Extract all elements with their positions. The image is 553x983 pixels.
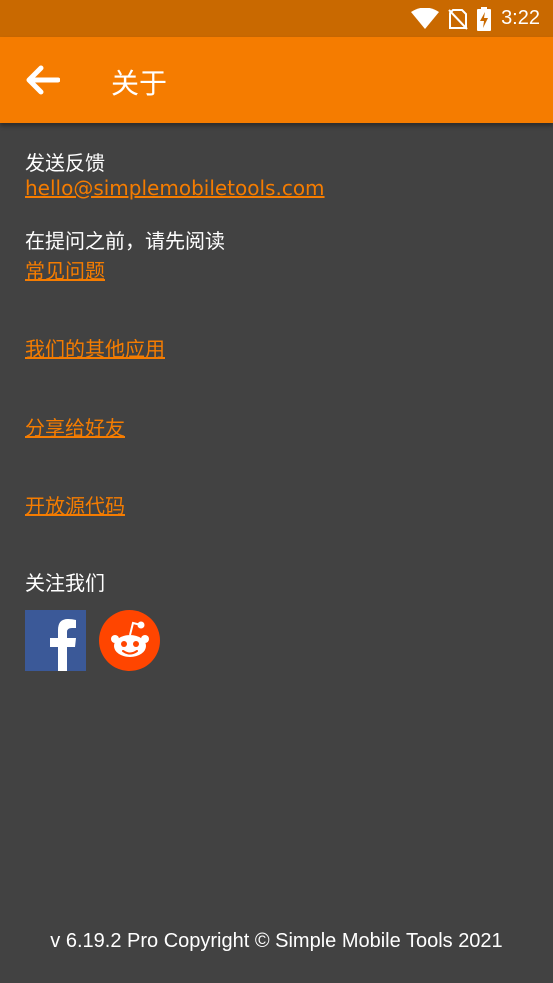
source-code-link[interactable]: 开放源代码 [25,493,125,519]
facebook-icon [50,619,76,671]
status-icons: 3:22 [411,6,540,31]
no-sim-icon [448,8,468,30]
email-label: 发送反馈 [25,151,105,175]
page-title: 关于 [111,67,168,100]
reddit-icon [110,621,149,657]
arrow-back-icon [26,65,60,95]
facebook-button[interactable] [25,610,86,671]
more-apps-link[interactable]: 我们的其他应用 [25,336,165,362]
status-time: 3:22 [501,7,540,29]
faq-link[interactable]: 常见问题 [25,258,105,284]
social-links [25,610,160,671]
copyright-footer: v 6.19.2 Pro Copyright © Simple Mobile T… [50,930,503,952]
email-link[interactable]: hello@simplemobiletools.com [25,175,325,201]
faq-label: 在提问之前，请先阅读 [25,229,225,253]
status-bar: 3:22 [0,0,553,37]
follow-label: 关注我们 [25,571,105,595]
reddit-button[interactable] [99,610,160,671]
wifi-icon [411,7,440,29]
back-button[interactable] [23,62,63,98]
app-bar: 关于 [0,37,553,123]
battery-charging-icon [477,6,492,31]
share-link[interactable]: 分享给好友 [25,415,125,441]
